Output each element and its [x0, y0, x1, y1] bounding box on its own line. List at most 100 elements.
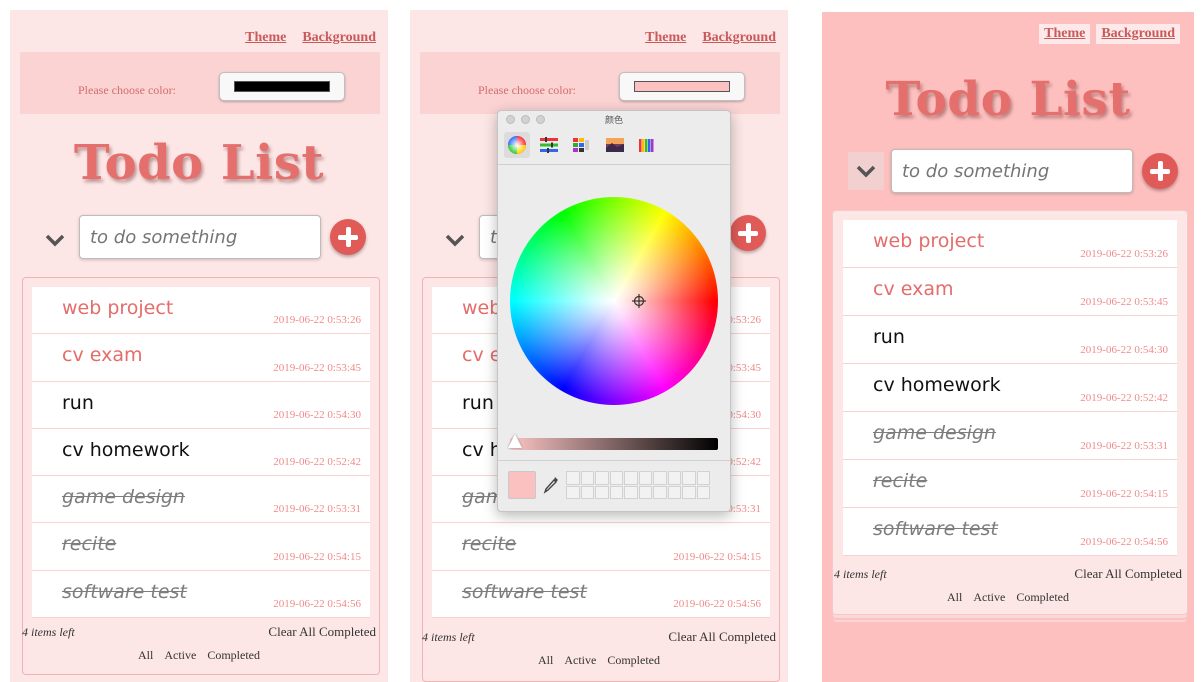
- clear-completed-button[interactable]: Clear All Completed: [1074, 566, 1182, 582]
- todo-item[interactable]: software test 2019-06-22 0:54:56: [843, 508, 1177, 556]
- theme-link[interactable]: Theme: [245, 30, 286, 46]
- todo-item[interactable]: cv homework 2019-06-22 0:52:42: [843, 364, 1177, 412]
- color-sliders-icon[interactable]: [536, 132, 562, 158]
- todo-timestamp: 2019-06-22 0:54:30: [273, 408, 361, 421]
- current-color-swatch[interactable]: [508, 471, 536, 499]
- swatch-slot[interactable]: [682, 471, 696, 485]
- todo-item[interactable]: software test 2019-06-22 0:54:56: [32, 570, 370, 619]
- picker-titlebar: 颜色: [498, 111, 730, 127]
- items-left-count: 4 items left: [834, 567, 887, 581]
- brightness-slider[interactable]: [510, 438, 718, 450]
- swatch-slot[interactable]: [638, 471, 652, 485]
- filter-active[interactable]: Active: [164, 648, 196, 662]
- todo-text: cv exam: [62, 344, 143, 367]
- background-link[interactable]: Background: [1096, 24, 1180, 44]
- filter-all[interactable]: All: [138, 648, 153, 662]
- top-nav: Theme Background: [1039, 24, 1180, 44]
- new-todo-input[interactable]: [79, 215, 321, 259]
- swatch-slot[interactable]: [609, 471, 623, 485]
- todo-item[interactable]: recite 2019-06-22 0:54:15: [432, 523, 770, 571]
- swatch-slot[interactable]: [696, 471, 710, 485]
- filter-active[interactable]: Active: [564, 653, 596, 667]
- background-link[interactable]: Background: [302, 30, 376, 46]
- todo-item[interactable]: game design 2019-06-22 0:53:31: [843, 412, 1177, 460]
- todo-item[interactable]: software test 2019-06-22 0:54:56: [432, 570, 770, 619]
- swatch-slot[interactable]: [653, 485, 667, 499]
- picker-divider: [498, 460, 730, 461]
- filter-active[interactable]: Active: [973, 590, 1005, 604]
- todo-text: run: [873, 326, 905, 348]
- image-palettes-icon[interactable]: [602, 132, 628, 158]
- saved-swatches: [566, 471, 710, 499]
- todo-timestamp: 2019-06-22 0:53:31: [1080, 440, 1168, 452]
- background-link[interactable]: Background: [702, 30, 776, 46]
- brightness-slider-knob[interactable]: [508, 434, 522, 448]
- color-wheel[interactable]: [510, 197, 718, 405]
- todo-item[interactable]: run 2019-06-22 0:54:30: [32, 381, 370, 429]
- filter-bar: All Active Completed: [822, 590, 1194, 605]
- new-todo-row: [822, 149, 1194, 193]
- todo-item[interactable]: web project 2019-06-22 0:53:26: [32, 287, 370, 335]
- color-swatch: [234, 81, 330, 92]
- todo-item[interactable]: cv homework 2019-06-22 0:52:42: [32, 428, 370, 477]
- crayons-icon[interactable]: [634, 132, 660, 158]
- swatch-slot[interactable]: [638, 485, 652, 499]
- todo-timestamp: 2019-06-22 0:54:56: [673, 598, 761, 611]
- new-todo-input[interactable]: [891, 149, 1133, 193]
- swatch-slot[interactable]: [653, 471, 667, 485]
- swatch-slot[interactable]: [566, 485, 580, 499]
- page-title: Todo List: [73, 135, 325, 191]
- color-well[interactable]: [219, 72, 345, 101]
- swatch-slot[interactable]: [624, 485, 638, 499]
- todo-timestamp: 2019-06-22 0:53:45: [273, 361, 361, 374]
- swatch-slot[interactable]: [595, 485, 609, 499]
- swatch-slot[interactable]: [667, 471, 681, 485]
- todo-text: cv exam: [873, 278, 954, 300]
- swatch-slot[interactable]: [580, 485, 594, 499]
- todo-timestamp: 2019-06-22 0:52:42: [273, 456, 361, 469]
- todo-text: recite: [62, 533, 117, 556]
- add-todo-button[interactable]: [330, 219, 366, 255]
- swatch-slot[interactable]: [566, 471, 580, 485]
- todo-item[interactable]: cv exam 2019-06-22 0:53:45: [32, 334, 370, 382]
- todo-item[interactable]: web project 2019-06-22 0:53:26: [843, 220, 1177, 268]
- todo-timestamp: 2019-06-22 0:53:45: [1080, 296, 1168, 308]
- todo-item[interactable]: recite 2019-06-22 0:54:15: [843, 460, 1177, 508]
- toggle-all-chevron-icon[interactable]: [440, 225, 470, 255]
- todo-item[interactable]: game design 2019-06-22 0:53:31: [32, 476, 370, 524]
- swatch-slot[interactable]: [595, 471, 609, 485]
- filter-completed[interactable]: Completed: [607, 653, 660, 667]
- toggle-all-chevron-icon[interactable]: [848, 152, 884, 190]
- theme-link[interactable]: Theme: [645, 30, 686, 46]
- todo-item[interactable]: cv exam 2019-06-22 0:53:45: [843, 268, 1177, 316]
- todo-text: software test: [62, 580, 187, 603]
- todo-item[interactable]: run 2019-06-22 0:54:30: [843, 316, 1177, 364]
- new-todo-row: [10, 215, 388, 259]
- swatch-slot[interactable]: [609, 485, 623, 499]
- eyedropper-icon[interactable]: [543, 476, 559, 494]
- filter-bar: All Active Completed: [410, 653, 788, 668]
- todo-list: web project 2019-06-22 0:53:26 cv exam 201…: [843, 220, 1177, 556]
- clear-completed-button[interactable]: Clear All Completed: [268, 624, 376, 640]
- color-palettes-icon[interactable]: [568, 132, 594, 158]
- filter-completed[interactable]: Completed: [207, 648, 260, 662]
- todo-text: web project: [62, 297, 174, 319]
- add-todo-button[interactable]: [730, 215, 766, 251]
- add-todo-button[interactable]: [1142, 153, 1178, 189]
- theme-link[interactable]: Theme: [1039, 24, 1091, 44]
- swatch-slot[interactable]: [667, 485, 681, 499]
- color-well[interactable]: [619, 72, 745, 101]
- swatch-slot[interactable]: [696, 485, 710, 499]
- items-left-count: 4 items left: [22, 625, 75, 639]
- swatch-slot[interactable]: [624, 471, 638, 485]
- filter-all[interactable]: All: [947, 590, 962, 604]
- toggle-all-chevron-icon[interactable]: [40, 225, 70, 255]
- todo-text: cv homework: [62, 438, 190, 461]
- swatch-slot[interactable]: [682, 485, 696, 499]
- color-wheel-icon[interactable]: [504, 132, 530, 158]
- filter-all[interactable]: All: [538, 653, 553, 667]
- swatch-slot[interactable]: [580, 471, 594, 485]
- todo-item[interactable]: recite 2019-06-22 0:54:15: [32, 523, 370, 571]
- filter-completed[interactable]: Completed: [1016, 590, 1069, 604]
- clear-completed-button[interactable]: Clear All Completed: [668, 629, 776, 645]
